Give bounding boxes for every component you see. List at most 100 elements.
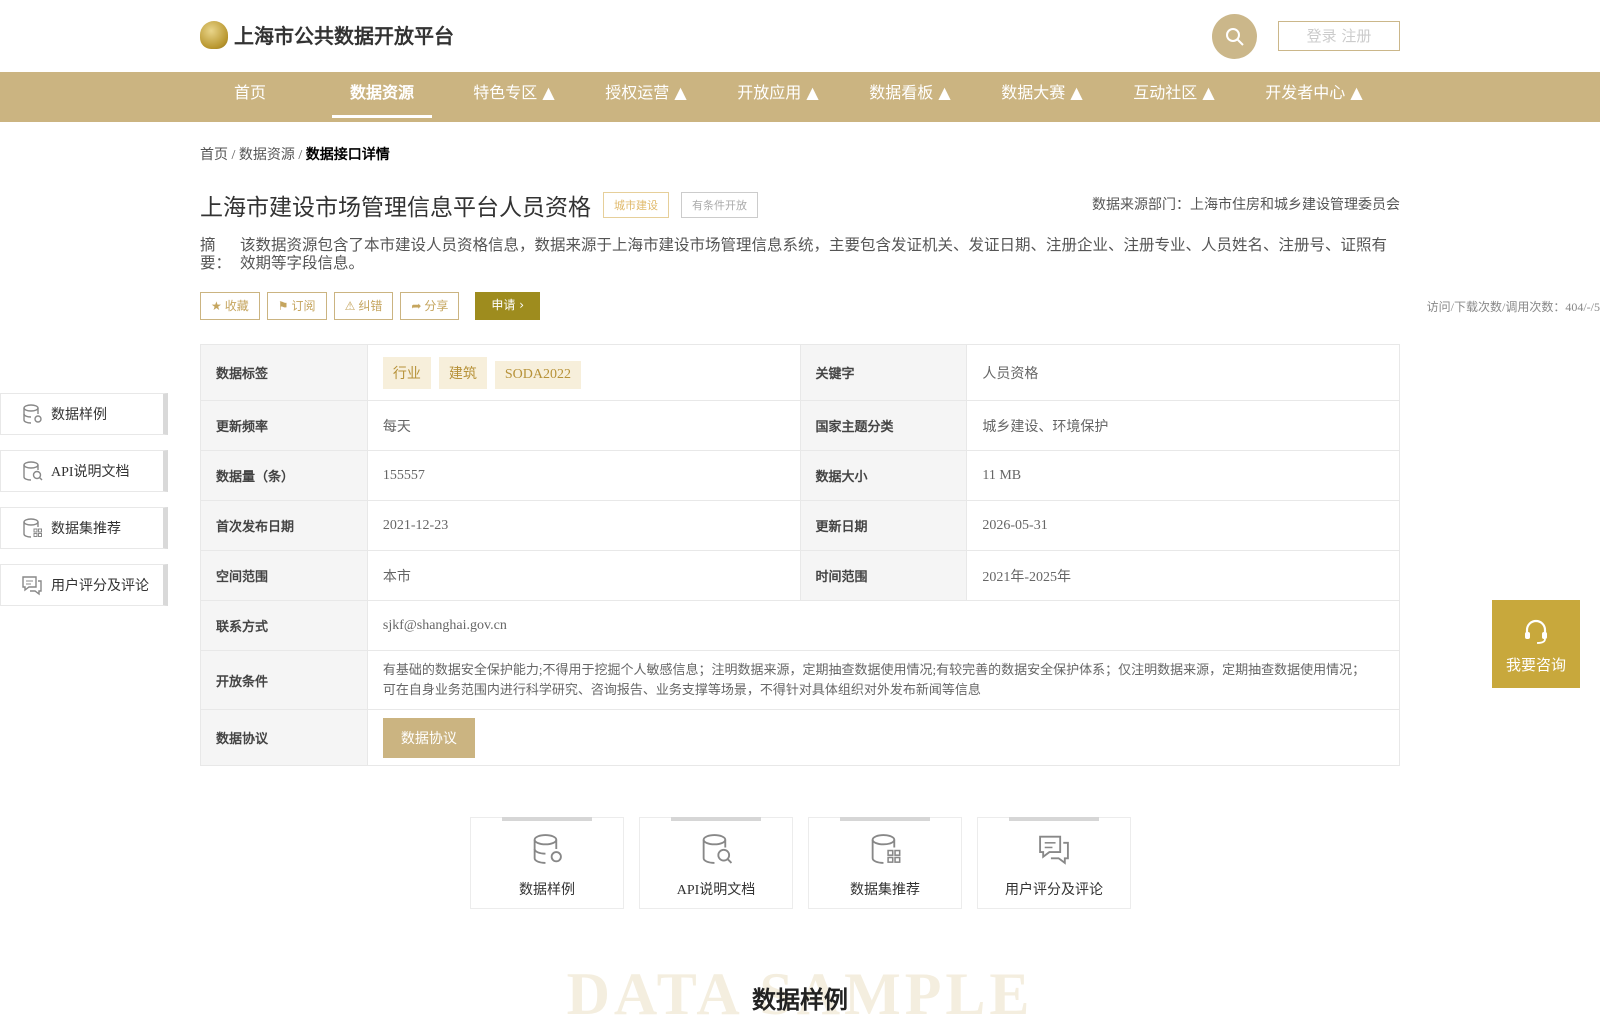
label-first-published: 首次发布日期 bbox=[200, 500, 368, 551]
label-national-theme: 国家主题分类 bbox=[799, 400, 968, 451]
logo[interactable]: 上海市公共数据开放平台 bbox=[200, 20, 454, 49]
search-icon bbox=[1225, 27, 1244, 46]
value-keyword: 人员资格 bbox=[966, 344, 1400, 401]
label-contact: 联系方式 bbox=[200, 600, 368, 651]
main-nav: 首页 数据资源 特色专区 ▲ 授权运营 ▲ 开放应用 ▲ 数据看板 ▲ 数据大赛… bbox=[0, 72, 1600, 122]
label-keyword: 关键字 bbox=[799, 344, 968, 401]
comment-icon bbox=[1039, 835, 1069, 865]
share-button[interactable]: ➦ 分享 bbox=[400, 292, 460, 320]
nav-data-resources[interactable]: 数据资源 bbox=[332, 72, 432, 122]
collect-button[interactable]: ★ 收藏 bbox=[200, 292, 260, 320]
value-national-theme: 城乡建设、环境保护 bbox=[966, 400, 1400, 451]
comment-icon bbox=[22, 576, 42, 596]
side-nav-api-doc[interactable]: API说明文档 bbox=[0, 450, 168, 492]
nav-data-dashboard[interactable]: 数据看板 ▲ bbox=[858, 72, 962, 122]
apply-label: 申请 bbox=[491, 298, 516, 312]
value-spatial-scope: 本市 bbox=[366, 550, 801, 601]
breadcrumb-data-resources[interactable]: 数据资源 bbox=[239, 148, 295, 163]
nav-developer-center[interactable]: 开发者中心 ▲ bbox=[1254, 72, 1374, 122]
card-accent-bar bbox=[840, 817, 930, 821]
label-open-conditions: 开放条件 bbox=[200, 650, 368, 710]
database-grid-icon bbox=[23, 518, 42, 538]
bookmark-icon: ⚑ bbox=[277, 299, 289, 313]
database-grid-icon bbox=[871, 834, 901, 864]
nav-featured-zone[interactable]: 特色专区 ▲ bbox=[462, 72, 566, 122]
database-search-icon bbox=[702, 834, 733, 864]
nav-community[interactable]: 互动社区 ▲ bbox=[1122, 72, 1226, 122]
breadcrumb-current: 数据接口详情 bbox=[305, 148, 390, 163]
chevron-right-icon: › bbox=[519, 298, 525, 312]
label-update-frequency: 更新频率 bbox=[200, 400, 368, 451]
apply-button[interactable]: 申请 › bbox=[475, 292, 541, 320]
open-type-tag: 有条件开放 bbox=[681, 192, 758, 218]
visit-stats: 访问/下载次数/调用次数：404/-/5 bbox=[1426, 300, 1600, 314]
title-row: 上海市建设市场管理信息平台人员资格 城市建设 有条件开放 数据来源部门：上海市住… bbox=[200, 188, 1400, 221]
section-title: 数据样例 bbox=[752, 986, 848, 1014]
value-open-conditions: 有基础的数据安全保护能力;不得用于挖掘个人敏感信息；注明数据来源，定期抽查数据使… bbox=[366, 650, 1401, 710]
tag-chip[interactable]: 建筑 bbox=[438, 356, 487, 389]
summary-text: 该数据资源包含了本市建设人员资格信息，数据来源于上海市建设市场管理信息系统，主要… bbox=[240, 236, 1388, 272]
database-search-icon bbox=[23, 461, 43, 481]
star-icon: ★ bbox=[211, 299, 222, 313]
card-reviews[interactable]: 用户评分及评论 bbox=[977, 817, 1131, 909]
value-first-published: 2021-12-23 bbox=[366, 500, 801, 551]
collect-label: 收藏 bbox=[224, 299, 249, 313]
warning-icon: ⚠ bbox=[344, 299, 356, 313]
summary-label: 摘 要： bbox=[200, 236, 232, 272]
side-nav-dataset-recommend[interactable]: 数据集推荐 bbox=[0, 507, 168, 549]
side-nav-reviews[interactable]: 用户评分及评论 bbox=[0, 564, 168, 606]
card-data-sample[interactable]: 数据样例 bbox=[470, 817, 624, 909]
breadcrumb-home[interactable]: 首页 bbox=[200, 148, 228, 163]
card-accent-bar bbox=[1009, 817, 1099, 821]
card-label: API说明文档 bbox=[676, 883, 756, 898]
label-data-agreement: 数据协议 bbox=[200, 709, 368, 766]
login-register-button[interactable]: 登录 注册 bbox=[1278, 21, 1400, 51]
nav-data-contest[interactable]: 数据大赛 ▲ bbox=[990, 72, 1094, 122]
database-icon bbox=[23, 404, 42, 424]
label-time-range: 时间范围 bbox=[799, 550, 968, 601]
nav-authorized-operation[interactable]: 授权运营 ▲ bbox=[594, 72, 698, 122]
breadcrumb: 首页 / 数据资源 / 数据接口详情 bbox=[200, 144, 390, 164]
tag-chip[interactable]: 行业 bbox=[382, 356, 431, 389]
database-icon bbox=[533, 834, 562, 864]
share-icon: ➦ bbox=[411, 299, 422, 313]
value-updated-date: 2026-05-31 bbox=[966, 500, 1400, 551]
side-nav-label: 数据集推荐 bbox=[51, 522, 121, 537]
nav-open-apps[interactable]: 开放应用 ▲ bbox=[726, 72, 830, 122]
tag-chip[interactable]: SODA2022 bbox=[494, 360, 581, 389]
value-contact: sjkf@shanghai.gov.cn bbox=[366, 600, 1401, 651]
value-record-count: 155557 bbox=[366, 450, 801, 501]
value-data-size: 11 MB bbox=[966, 450, 1400, 501]
subscribe-label: 订阅 bbox=[291, 299, 316, 313]
side-nav-label: 数据样例 bbox=[51, 408, 107, 423]
card-api-doc[interactable]: API说明文档 bbox=[639, 817, 793, 909]
summary: 摘 要： 该数据资源包含了本市建设人员资格信息，数据来源于上海市建设市场管理信息… bbox=[200, 236, 1400, 272]
page-title: 上海市建设市场管理信息平台人员资格 bbox=[200, 195, 591, 221]
search-button[interactable] bbox=[1212, 14, 1257, 59]
value-update-frequency: 每天 bbox=[366, 400, 801, 451]
breadcrumb-separator: / bbox=[228, 148, 239, 163]
consult-button[interactable]: 我要咨询 bbox=[1492, 600, 1580, 688]
card-accent-bar bbox=[502, 817, 592, 821]
category-tag: 城市建设 bbox=[603, 192, 669, 218]
card-label: 用户评分及评论 bbox=[1005, 883, 1103, 898]
value-tags: 行业 建筑 SODA2022 bbox=[366, 344, 801, 401]
consult-label: 我要咨询 bbox=[1505, 656, 1566, 674]
label-updated-date: 更新日期 bbox=[799, 500, 968, 551]
header: 上海市公共数据开放平台 登录 注册 bbox=[0, 0, 1600, 72]
card-label: 数据样例 bbox=[519, 883, 575, 898]
label-data-size: 数据大小 bbox=[799, 450, 968, 501]
nav-home[interactable]: 首页 bbox=[210, 72, 290, 122]
card-label: 数据集推荐 bbox=[850, 883, 920, 898]
label-spatial-scope: 空间范围 bbox=[200, 550, 368, 601]
logo-icon bbox=[200, 20, 228, 49]
card-dataset-recommend[interactable]: 数据集推荐 bbox=[808, 817, 962, 909]
share-label: 分享 bbox=[424, 299, 449, 313]
info-table: 数据标签 行业 建筑 SODA2022 关键字 人员资格 更新频率 每天 国家主题分… bbox=[200, 344, 1401, 766]
value-data-agreement: 数据协议 bbox=[366, 709, 1401, 766]
subscribe-button[interactable]: ⚑ 订阅 bbox=[266, 292, 327, 320]
side-nav-label: API说明文档 bbox=[51, 465, 130, 480]
side-nav-data-sample[interactable]: 数据样例 bbox=[0, 393, 168, 435]
correct-button[interactable]: ⚠ 纠错 bbox=[333, 292, 394, 320]
data-agreement-button[interactable]: 数据协议 bbox=[382, 717, 475, 758]
